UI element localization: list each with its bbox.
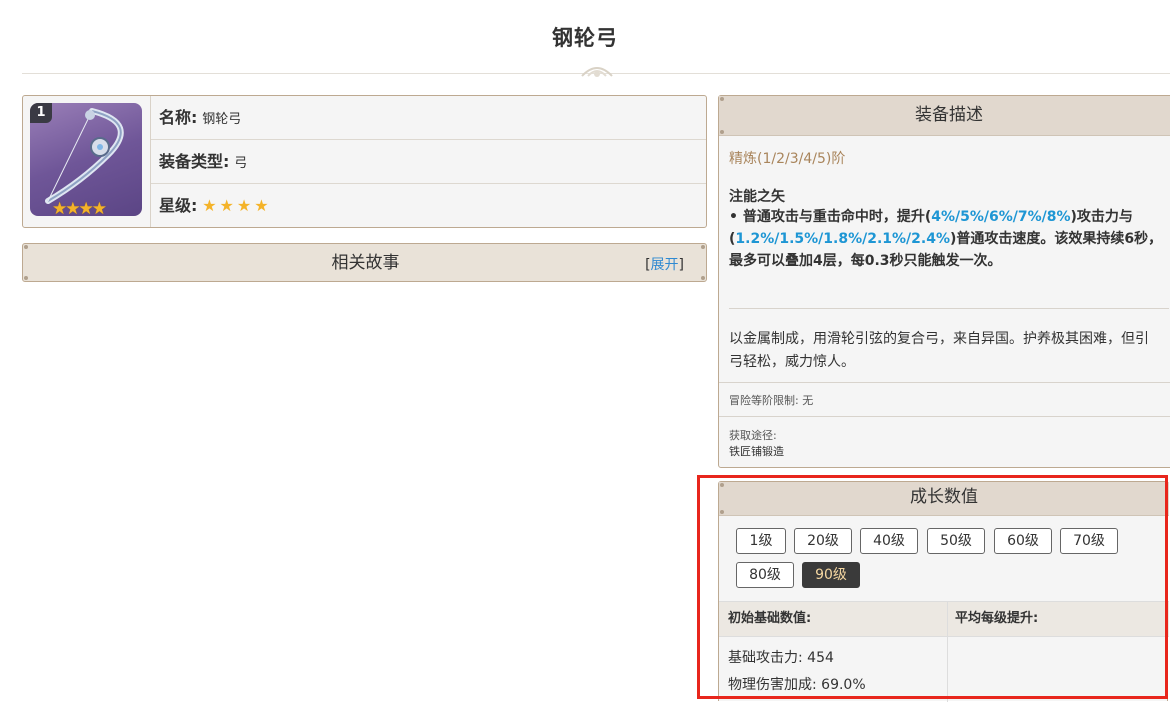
passive-description: • 普通攻击与重击命中时，提升(4%/5%/6%/7%/8%)攻击力与(1.2%… [729,206,1169,272]
expand-bracket-close: ] [678,257,684,273]
growth-header: 成长数值 [719,482,1169,516]
expand-toggle[interactable]: [展开] [645,244,684,287]
avg-growth-column-header: 平均每级提升: [955,611,1039,626]
type-value: 弓 [234,156,248,171]
story-title: 相关故事 [331,253,400,273]
atk-bonus-values: 4%/5%/6%/7%/8% [931,209,1071,225]
base-stat-column-header: 初始基础数值: [728,611,812,626]
level-button-90[interactable]: 90级 [802,562,860,588]
corner-dot [720,483,724,487]
level-button-1[interactable]: 1级 [736,528,786,554]
physical-dmg-bonus-stat: 物理伤害加成: 69.0% [728,677,866,693]
level-button-20[interactable]: 20级 [794,528,852,554]
divider [719,416,1170,417]
equipment-description-panel: 装备描述 精炼(1/2/3/4/5)阶 注能之矢 • 普通攻击与重击命中时，提升… [718,95,1170,468]
growth-stats-panel: 成长数值 1级 20级 40级 50级 60级 70级 80级 90级 初始基础… [718,481,1169,702]
divider [729,308,1169,309]
level-button-80[interactable]: 80级 [736,562,794,588]
ascension-limit: 冒险等阶限制: 无 [729,394,814,407]
rarity-stars: ★★★★ [202,196,272,215]
refinement-badge: 1 [30,103,52,123]
weapon-info-card: 1 ★★★★ 名称: 钢轮弓 装备类型: 弓 星级: ★★★★ [22,95,707,228]
name-row: 名称: 钢轮弓 [151,96,706,140]
passive-name: 注能之矢 [729,189,785,205]
refinement-levels: 精炼(1/2/3/4/5)阶 [729,151,846,167]
name-value: 钢轮弓 [202,112,242,127]
corner-dot [720,97,724,101]
page-title: 钢轮弓 [552,26,618,50]
attack-speed-values: 1.2%/1.5%/1.8%/2.1%/2.4% [735,231,950,247]
type-row: 装备类型: 弓 [151,140,706,184]
type-label: 装备类型: [159,152,230,171]
base-attack-stat: 基础攻击力: 454 [728,650,834,666]
rarity-row: 星级: ★★★★ [151,184,706,228]
description-header: 装备描述 [719,96,1170,136]
icon-rarity-stars: ★★★★ [52,199,107,216]
ornament-icon [581,67,613,77]
weapon-icon: 1 ★★★★ [30,103,142,216]
level-button-40[interactable]: 40级 [860,528,918,554]
level-button-60[interactable]: 60级 [994,528,1052,554]
level-button-70[interactable]: 70级 [1060,528,1118,554]
obtain-label: 获取途径: [729,429,777,442]
stat-column-divider [947,601,948,702]
related-story-section: 相关故事 [展开] [22,243,707,282]
lore-text: 以金属制成，用滑轮引弦的复合弓，来自异国。护养极其困难，但引弓轻松，威力惊人。 [729,331,1149,370]
obtain-value: 铁匠铺锻造 [729,445,784,458]
name-label: 名称: [159,108,198,127]
divider [719,382,1170,383]
passive-text-part: • 普通攻击与重击命中时，提升( [729,209,932,225]
corner-dot [720,130,724,134]
expand-link[interactable]: 展开 [651,257,679,273]
corner-dot [720,510,724,514]
stat-table-header: 初始基础数值: 平均每级提升: [719,601,1169,637]
level-button-50[interactable]: 50级 [927,528,985,554]
rarity-label: 星级: [159,196,198,215]
